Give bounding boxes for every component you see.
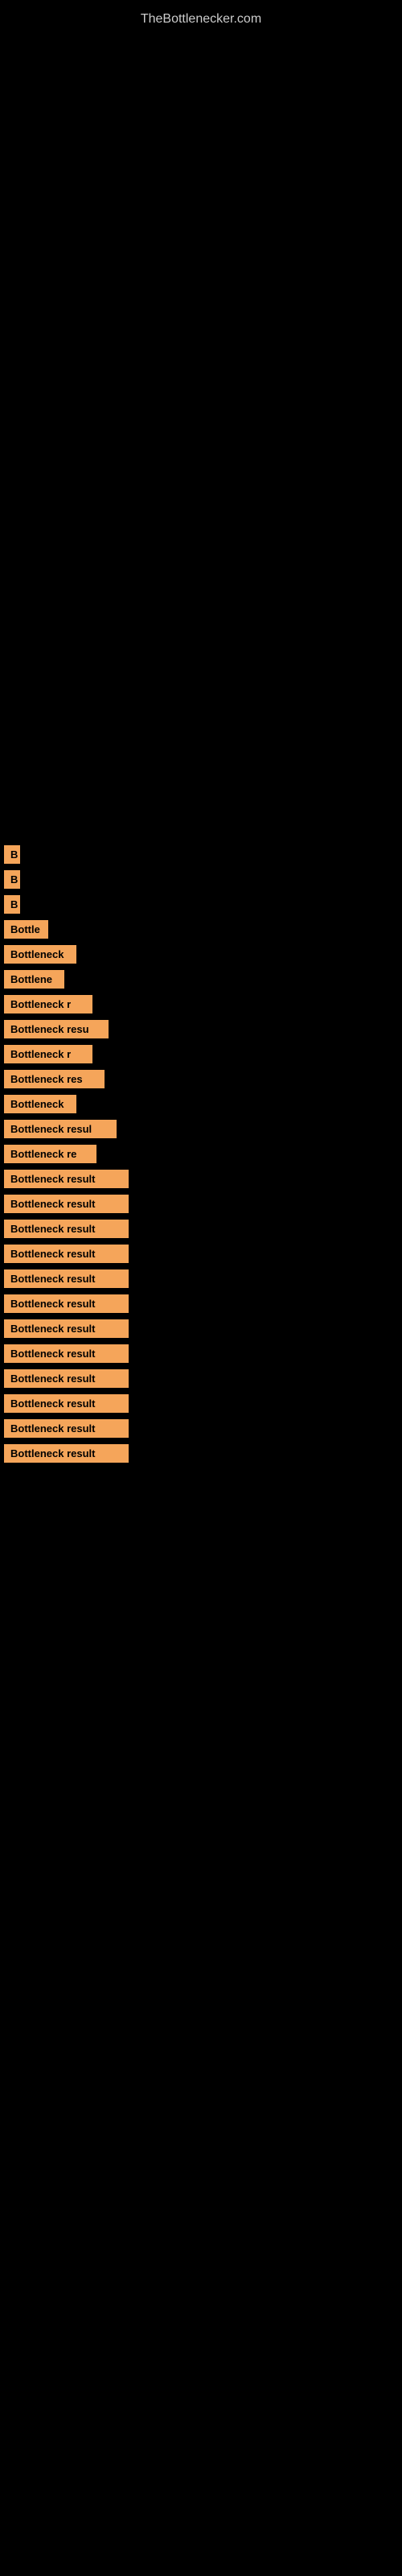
list-item: Bottleneck result <box>0 1394 402 1413</box>
list-item: Bottleneck resul <box>0 1120 402 1138</box>
bottleneck-result-label: Bottleneck re <box>4 1145 96 1163</box>
list-item: Bottle <box>0 920 402 939</box>
bottleneck-result-label: Bottle <box>4 920 48 939</box>
list-item: Bottleneck result <box>0 1294 402 1313</box>
bottleneck-result-label: Bottleneck r <box>4 1045 92 1063</box>
bottleneck-result-label: B <box>4 895 20 914</box>
list-item: Bottleneck resu <box>0 1020 402 1038</box>
list-item: Bottleneck <box>0 1095 402 1113</box>
bottleneck-items-container: BBBBottleBottleneckBottleneBottleneck rB… <box>0 845 402 1469</box>
list-item: Bottlene <box>0 970 402 989</box>
list-item: Bottleneck <box>0 945 402 964</box>
list-item: B <box>0 845 402 864</box>
bottleneck-result-label: Bottleneck result <box>4 1294 129 1313</box>
bottleneck-result-label: Bottleneck result <box>4 1344 129 1363</box>
list-item: Bottleneck res <box>0 1070 402 1088</box>
bottleneck-result-label: Bottleneck resu <box>4 1020 109 1038</box>
bottleneck-result-label: Bottleneck <box>4 1095 76 1113</box>
list-item: Bottleneck re <box>0 1145 402 1163</box>
bottleneck-result-label: Bottleneck result <box>4 1269 129 1288</box>
list-item: Bottleneck result <box>0 1444 402 1463</box>
bottleneck-result-label: Bottleneck r <box>4 995 92 1013</box>
bottleneck-result-label: Bottlene <box>4 970 64 989</box>
bottleneck-result-label: B <box>4 845 20 864</box>
bottleneck-result-label: Bottleneck result <box>4 1195 129 1213</box>
list-item: Bottleneck result <box>0 1195 402 1213</box>
list-item: Bottleneck result <box>0 1220 402 1238</box>
bottleneck-result-label: Bottleneck result <box>4 1245 129 1263</box>
list-item: Bottleneck r <box>0 1045 402 1063</box>
bottleneck-result-label: Bottleneck result <box>4 1419 129 1438</box>
list-item: Bottleneck result <box>0 1245 402 1263</box>
list-item: Bottleneck result <box>0 1170 402 1188</box>
bottleneck-result-label: Bottleneck resul <box>4 1120 117 1138</box>
bottleneck-result-label: Bottleneck res <box>4 1070 105 1088</box>
list-item: B <box>0 870 402 889</box>
bottleneck-result-label: Bottleneck result <box>4 1369 129 1388</box>
bottleneck-result-label: Bottleneck result <box>4 1170 129 1188</box>
bottleneck-result-label: B <box>4 870 20 889</box>
bottleneck-result-label: Bottleneck result <box>4 1319 129 1338</box>
list-item: B <box>0 895 402 914</box>
bottleneck-result-label: Bottleneck result <box>4 1444 129 1463</box>
site-title: TheBottlenecker.com <box>0 4 402 35</box>
list-item: Bottleneck r <box>0 995 402 1013</box>
list-item: Bottleneck result <box>0 1319 402 1338</box>
bottleneck-result-label: Bottleneck <box>4 945 76 964</box>
bottleneck-result-label: Bottleneck result <box>4 1394 129 1413</box>
list-item: Bottleneck result <box>0 1419 402 1438</box>
list-item: Bottleneck result <box>0 1344 402 1363</box>
list-item: Bottleneck result <box>0 1369 402 1388</box>
bottleneck-result-label: Bottleneck result <box>4 1220 129 1238</box>
list-item: Bottleneck result <box>0 1269 402 1288</box>
